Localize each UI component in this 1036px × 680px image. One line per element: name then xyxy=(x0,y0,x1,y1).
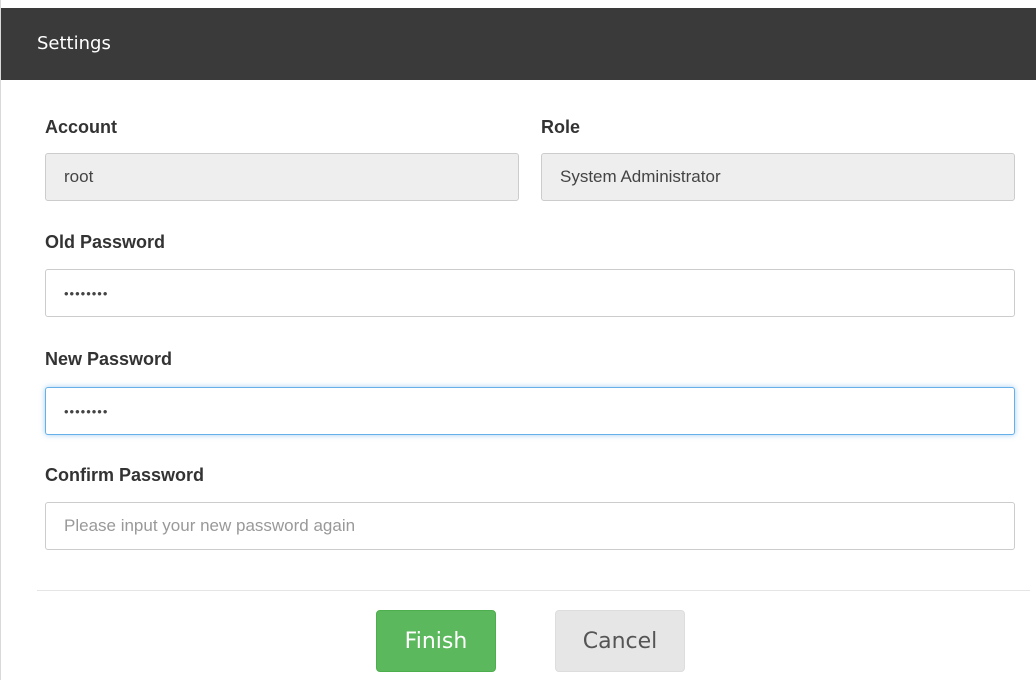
dialog-title: Settings xyxy=(37,33,111,54)
new-password-field[interactable] xyxy=(45,387,1015,435)
cancel-button[interactable]: Cancel xyxy=(555,610,685,672)
settings-dialog: Settings Account Role Old Password New P… xyxy=(0,0,1036,680)
role-field xyxy=(541,153,1015,201)
account-label: Account xyxy=(45,117,117,137)
confirm-password-field[interactable] xyxy=(45,502,1015,550)
new-password-label: New Password xyxy=(45,349,173,369)
footer-divider xyxy=(37,590,1030,591)
confirm-password-label: Confirm Password xyxy=(45,465,205,485)
dialog-titlebar: Settings xyxy=(1,8,1036,80)
old-password-label: Old Password xyxy=(45,232,166,252)
role-label: Role xyxy=(541,117,581,137)
finish-button[interactable]: Finish xyxy=(376,610,496,672)
old-password-field[interactable] xyxy=(45,269,1015,317)
account-field xyxy=(45,153,519,201)
